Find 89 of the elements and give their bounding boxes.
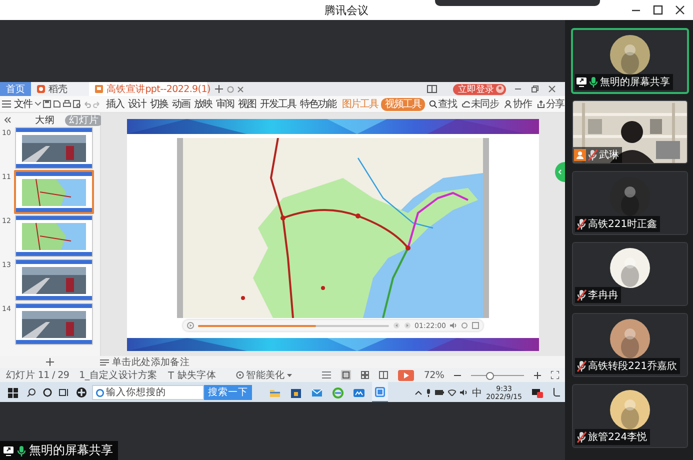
maximize-icon[interactable] xyxy=(653,5,663,15)
fullscreen-icon[interactable] xyxy=(472,322,479,329)
normal-view-icon[interactable] xyxy=(340,370,351,380)
windows-logo-icon[interactable] xyxy=(8,388,18,398)
ribbon-tab[interactable]: 特色功能 xyxy=(299,98,337,110)
person-icon xyxy=(504,100,512,108)
preview-icon[interactable] xyxy=(73,100,81,108)
notes-icon xyxy=(100,358,109,366)
floating-handle-icon[interactable] xyxy=(555,162,565,182)
menu-icon[interactable] xyxy=(2,100,11,108)
presentation-file-icon xyxy=(95,85,104,93)
ribbon-tab[interactable]: 插入 xyxy=(105,98,125,110)
bag-icon[interactable] xyxy=(290,386,302,398)
wps-app-icon[interactable] xyxy=(374,386,386,398)
ribbon-tab[interactable]: 切换 xyxy=(149,98,169,110)
participant-name: 旅管224李悦 xyxy=(588,430,648,444)
sharer-name: 無明的屏幕共享 xyxy=(29,442,113,459)
notes-field[interactable]: 单击此处添加备注 xyxy=(112,356,222,368)
ribbon-tab[interactable]: 视图 xyxy=(237,98,257,110)
slide-counter: 幻灯片 11 / 29 xyxy=(6,368,70,382)
participant-name: 李冉冉 xyxy=(588,288,618,302)
search-icon[interactable] xyxy=(27,388,36,397)
print-icon[interactable] xyxy=(63,100,71,108)
network-icon[interactable] xyxy=(448,389,456,396)
reading-view-icon[interactable] xyxy=(378,371,388,379)
notes-view-icon[interactable] xyxy=(322,371,331,379)
palette-icon xyxy=(236,371,244,379)
collapse-icon[interactable] xyxy=(4,117,11,123)
cloud-app-icon[interactable] xyxy=(353,386,365,398)
search-icon xyxy=(429,100,437,108)
screen-share-icon xyxy=(3,446,14,456)
theme-name: 1_自定义设计方案 xyxy=(79,368,158,382)
font-icon xyxy=(167,371,176,379)
toolbar-button[interactable]: 分享 xyxy=(536,97,565,111)
caret-up-icon[interactable] xyxy=(415,390,422,394)
ribbon-tab[interactable]: 设计 xyxy=(127,98,147,110)
task-view-icon[interactable] xyxy=(59,388,69,397)
share-icon xyxy=(536,100,545,108)
ribbon-tab[interactable]: 放映 xyxy=(193,98,213,110)
participant-name: 無明的屏幕共享 xyxy=(600,76,670,89)
book-icon[interactable] xyxy=(427,85,437,93)
forward-icon[interactable] xyxy=(404,322,411,329)
save-icon[interactable] xyxy=(43,100,51,108)
missing-fonts-button[interactable]: 缺失字体 xyxy=(167,368,216,382)
fit-window-icon[interactable] xyxy=(551,371,559,379)
ribbon-tab[interactable]: 动画 xyxy=(171,98,191,110)
zoom-slider-thumb[interactable] xyxy=(486,372,494,380)
file-menu[interactable]: 文件 xyxy=(13,98,33,110)
login-button[interactable]: 立即登录 xyxy=(453,84,506,94)
ribbon-tab[interactable]: 审阅 xyxy=(215,98,235,110)
close-icon[interactable] xyxy=(675,5,685,15)
export-icon[interactable] xyxy=(53,100,61,108)
document-tab[interactable]: 稻壳 xyxy=(31,82,90,96)
ribbon-tab[interactable]: 开发工具 xyxy=(259,98,297,110)
cloud-icon xyxy=(462,100,470,108)
envelope-icon[interactable] xyxy=(311,386,323,398)
add-slide-icon[interactable] xyxy=(46,358,54,366)
mic-icon[interactable] xyxy=(426,388,432,396)
toolbar-button[interactable]: 查找 xyxy=(429,97,457,111)
speaker-icon[interactable] xyxy=(460,389,468,396)
show-desktop-icon[interactable] xyxy=(553,388,561,397)
docer-logo-icon xyxy=(37,85,46,93)
participant-name: 高铁221时正鑫 xyxy=(588,218,658,231)
zoom-level: 72% xyxy=(424,370,444,380)
toolbar-button[interactable]: 协作 xyxy=(504,97,532,111)
caret-down-icon[interactable] xyxy=(35,102,41,106)
battery-icon[interactable] xyxy=(435,390,444,395)
volume-icon[interactable] xyxy=(450,322,457,329)
notification-icon[interactable] xyxy=(532,388,543,398)
participant-name: 武琳 xyxy=(599,148,619,162)
new-tab-icon[interactable] xyxy=(215,85,224,93)
input-method-indicator[interactable]: 中 xyxy=(472,386,482,400)
beautify-button[interactable]: 智能美化 xyxy=(236,368,292,382)
search-field[interactable]: 输入你想搜的 xyxy=(92,385,204,400)
grid-view-icon[interactable] xyxy=(360,371,369,379)
rewind-icon[interactable] xyxy=(392,322,400,329)
play-icon[interactable] xyxy=(187,322,194,329)
circle-icon[interactable] xyxy=(43,388,52,397)
caret-down-icon xyxy=(286,374,292,376)
app-logo-icon[interactable] xyxy=(76,387,87,398)
participant-name: 高铁转段221乔嘉欣 xyxy=(588,360,678,373)
zoom-in-icon[interactable] xyxy=(534,372,541,378)
panel-tab[interactable]: 大纲 xyxy=(31,114,59,126)
restore-icon[interactable] xyxy=(531,85,539,93)
avatar-icon xyxy=(496,85,504,93)
window-title: 腾讯会议 xyxy=(324,2,368,18)
slideshow-play-icon[interactable] xyxy=(398,370,414,380)
globe-icon[interactable] xyxy=(332,386,344,398)
toolbar-button[interactable]: 未同步 xyxy=(462,97,500,111)
